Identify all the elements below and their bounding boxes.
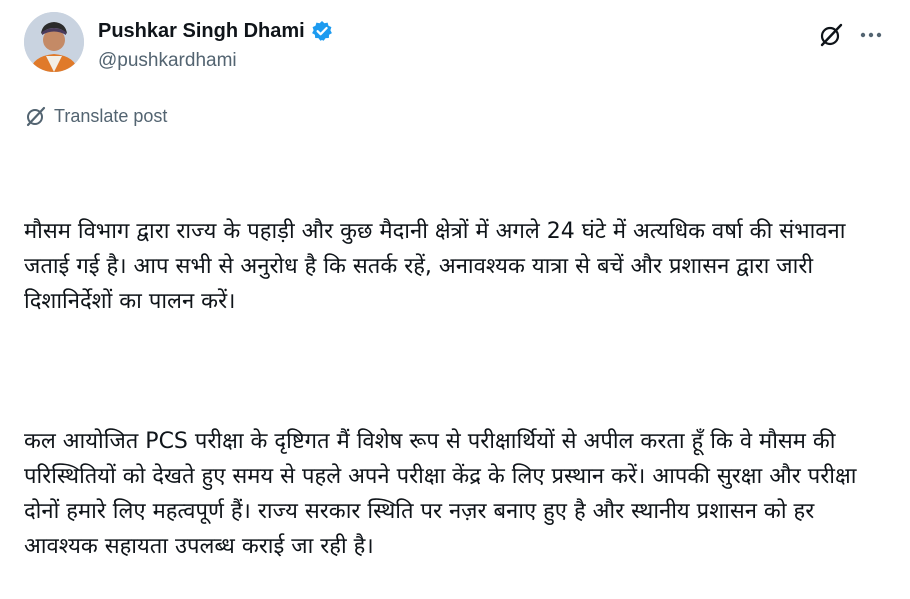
- post-body: मौसम विभाग द्वारा राज्य के पहाड़ी और कुछ…: [24, 144, 884, 599]
- author-name-row[interactable]: Pushkar Singh Dhami: [98, 18, 333, 44]
- more-options-icon[interactable]: [856, 20, 886, 50]
- avatar-image: [24, 12, 84, 72]
- verified-badge-icon[interactable]: [311, 20, 333, 42]
- translate-label[interactable]: Translate post: [54, 106, 167, 127]
- author-handle[interactable]: @pushkardhami: [98, 50, 333, 72]
- avatar[interactable]: [24, 12, 84, 72]
- post-header: Pushkar Singh Dhami @pushkardhami: [24, 12, 886, 76]
- translate-post-link[interactable]: Translate post: [24, 104, 167, 128]
- post-paragraph-1: मौसम विभाग द्वारा राज्य के पहाड़ी और कुछ…: [24, 219, 853, 314]
- author-display-name[interactable]: Pushkar Singh Dhami: [98, 18, 305, 44]
- author-info: Pushkar Singh Dhami @pushkardhami: [98, 18, 333, 72]
- post-paragraph-2: कल आयोजित PCS परीक्षा के दृष्टिगत मैं वि…: [24, 429, 864, 559]
- grok-icon[interactable]: [816, 20, 846, 50]
- translate-icon: [24, 104, 48, 128]
